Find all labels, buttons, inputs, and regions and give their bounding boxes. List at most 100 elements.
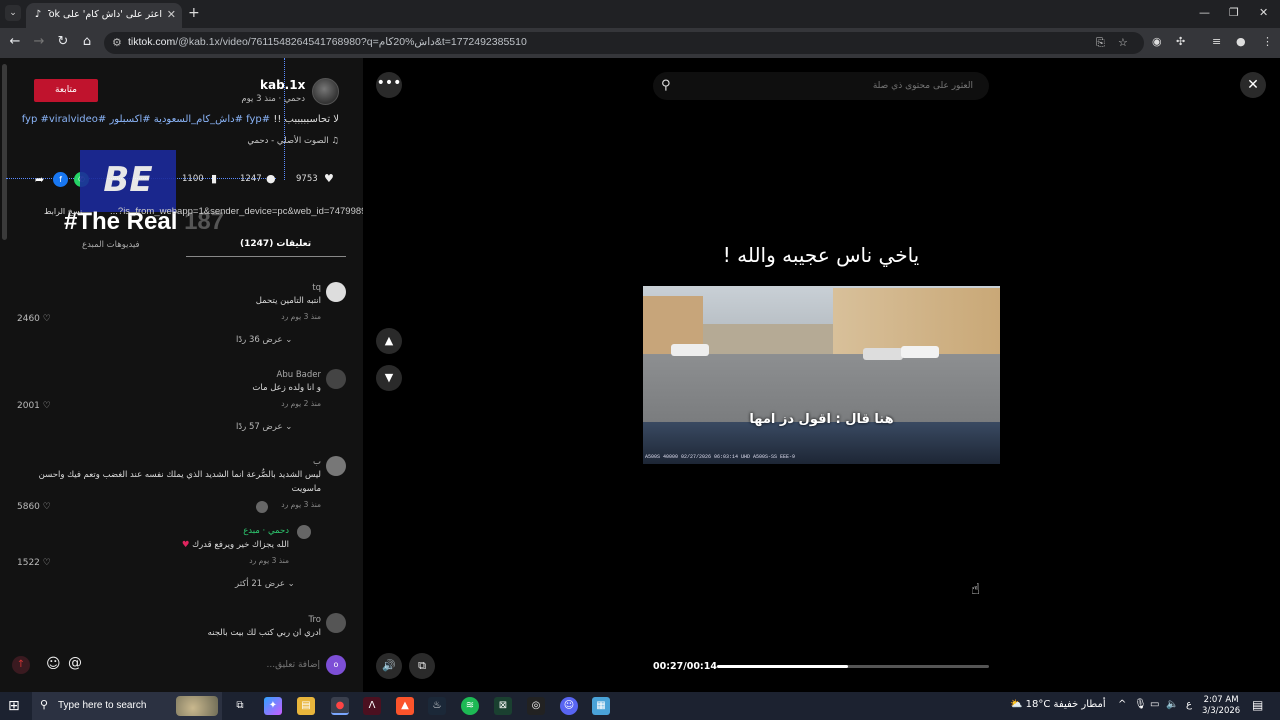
brave-icon[interactable]: ▲ bbox=[396, 697, 414, 715]
copy-link-button[interactable]: نسخ الرابط bbox=[44, 207, 82, 216]
tab-comments[interactable]: تعليقات (1247) bbox=[240, 239, 311, 249]
tab-creator-videos[interactable]: فيديوهات المبدع bbox=[82, 240, 140, 250]
xbox-icon[interactable]: ⊠ bbox=[494, 697, 512, 715]
copilot-icon[interactable]: ✦ bbox=[264, 697, 282, 715]
bookmark-star-icon[interactable]: ☆ bbox=[1118, 36, 1128, 49]
volume-button[interactable]: 🔊 bbox=[376, 653, 402, 679]
comment-meta[interactable]: منذ 3 يوم رد bbox=[281, 500, 321, 509]
search-highlight-image[interactable] bbox=[176, 696, 218, 716]
comment-meta[interactable]: منذ 3 يوم رد bbox=[281, 312, 321, 321]
tab-search-button[interactable]: ⌄ bbox=[5, 5, 21, 21]
app-a-icon[interactable]: Λ bbox=[363, 697, 381, 715]
new-tab-button[interactable]: + bbox=[188, 5, 200, 21]
tray-chevron-icon[interactable]: ^ bbox=[1118, 699, 1126, 710]
obs-icon[interactable]: ◎ bbox=[527, 697, 545, 715]
volume-tray-icon[interactable]: 🔈 bbox=[1166, 699, 1178, 710]
commenter-name[interactable]: Abu Bader bbox=[277, 370, 321, 380]
picture-in-picture-button[interactable]: ⧉ bbox=[409, 653, 435, 679]
reply-author-name[interactable]: دحمي · مبدع bbox=[243, 526, 289, 536]
previous-video-button[interactable]: ▲ bbox=[376, 328, 402, 354]
commenter-name[interactable]: ب bbox=[313, 457, 321, 467]
commenter-name[interactable]: Tro bbox=[309, 615, 321, 625]
forward-button[interactable]: → bbox=[30, 34, 48, 49]
author-avatar[interactable] bbox=[312, 78, 339, 105]
emoji-icon[interactable]: ☺ bbox=[46, 656, 61, 672]
view-replies-link[interactable]: ⌄ عرض 36 ردًا bbox=[236, 335, 292, 345]
author-username[interactable]: kab.1x bbox=[260, 78, 305, 92]
profile-extension-icon[interactable]: ◉ bbox=[1152, 35, 1162, 48]
next-video-button[interactable]: ▼ bbox=[376, 365, 402, 391]
more-options-button[interactable]: ••• bbox=[376, 72, 402, 98]
comment-icon[interactable]: ● bbox=[266, 172, 276, 185]
home-button[interactable]: ⌂ bbox=[78, 34, 96, 49]
maximize-button[interactable]: ❐ bbox=[1229, 6, 1239, 19]
bookmark-icon[interactable]: ▮ bbox=[211, 172, 217, 185]
extensions-icon[interactable]: ✣ bbox=[1176, 35, 1185, 48]
panel-scrollbar[interactable] bbox=[2, 64, 7, 240]
related-search-box[interactable]: ⚲ bbox=[653, 72, 989, 100]
commenter-avatar[interactable] bbox=[326, 282, 346, 302]
commenter-avatar[interactable] bbox=[326, 369, 346, 389]
back-button[interactable]: ← bbox=[6, 34, 24, 49]
comment-like-count[interactable]: 2460 ♡ bbox=[17, 314, 51, 324]
reply-like-count[interactable]: 1522 ♡ bbox=[17, 558, 51, 568]
progress-bar[interactable] bbox=[717, 665, 989, 668]
view-replies-link[interactable]: ⌄ عرض 57 ردًا bbox=[236, 422, 292, 432]
system-clock[interactable]: 2:07 AM 3/3/2026 bbox=[1202, 695, 1240, 717]
reload-button[interactable]: ↻ bbox=[54, 34, 72, 49]
like-heart-icon[interactable]: ♥ bbox=[324, 172, 334, 185]
commenter-avatar[interactable] bbox=[326, 613, 346, 633]
microphone-icon[interactable]: 🎙 bbox=[1134, 699, 1147, 710]
comment-like-count[interactable]: 5860 ♡ bbox=[17, 502, 51, 512]
related-search-input[interactable] bbox=[683, 76, 973, 96]
browser-menu-icon[interactable]: ⋮ bbox=[1262, 35, 1273, 48]
tab-close-icon[interactable]: ✕ bbox=[167, 8, 176, 21]
file-explorer-icon[interactable]: ▤ bbox=[297, 697, 315, 715]
commenter-name[interactable]: tq bbox=[312, 283, 321, 293]
facebook-share-icon[interactable]: f bbox=[53, 172, 68, 187]
comment-meta[interactable]: منذ 2 يوم رد bbox=[281, 399, 321, 408]
copy-link-url[interactable]: ...?is_from_webapp=1&sender_device=pc&we… bbox=[110, 206, 363, 217]
follow-button[interactable]: متابعة bbox=[34, 79, 98, 102]
notepad-icon[interactable]: ▦ bbox=[592, 697, 610, 715]
close-player-button[interactable]: ✕ bbox=[1240, 72, 1266, 98]
task-view-icon[interactable]: ⧉ bbox=[231, 697, 249, 715]
view-more-replies-link[interactable]: ⌄ عرض 21 أكثر bbox=[235, 579, 295, 589]
comment-like-count[interactable]: 2001 ♡ bbox=[17, 401, 51, 411]
mention-icon[interactable]: @ bbox=[68, 655, 82, 671]
language-indicator[interactable]: ع bbox=[1186, 699, 1192, 710]
browser-tab[interactable]: ♪ اعثر على 'داش كام' على TikTok ✕ bbox=[26, 3, 182, 28]
share-arrow-icon[interactable]: ➦ bbox=[32, 172, 47, 187]
close-window-button[interactable]: ✕ bbox=[1259, 6, 1268, 19]
profile-avatar-icon[interactable]: ● bbox=[1236, 35, 1246, 48]
network-icon[interactable]: ▭ bbox=[1150, 699, 1159, 710]
media-control-icon[interactable]: ≡ bbox=[1212, 35, 1221, 48]
weather-widget[interactable]: ⛅ 18°C أمطار خفيفة bbox=[1010, 699, 1106, 710]
video-frame[interactable]: هنا قال : اقول دز امها A500S 40000 02/27… bbox=[643, 286, 1000, 464]
site-info-icon[interactable]: ⚙ bbox=[112, 36, 122, 49]
sound-label[interactable]: ♫ الصوت الأصلي - دحمي bbox=[247, 136, 339, 146]
current-user-avatar[interactable]: o bbox=[326, 655, 346, 675]
minimize-button[interactable]: — bbox=[1199, 6, 1210, 19]
commenter-avatar[interactable] bbox=[326, 456, 346, 476]
spotify-icon[interactable]: ≋ bbox=[461, 697, 479, 715]
reply-avatar[interactable] bbox=[297, 525, 311, 539]
steam-icon[interactable]: ♨ bbox=[428, 697, 446, 715]
reply-meta[interactable]: منذ 3 يوم رد bbox=[249, 556, 289, 565]
notification-icon[interactable]: ▤ bbox=[1252, 698, 1263, 712]
comment-text: و انا ولده زعل مات bbox=[252, 383, 321, 393]
video-subtitle: هنا قال : اقول دز امها bbox=[749, 412, 894, 427]
post-details-panel: متابعة kab.1x دحمي · منذ 3 يوم لا تحاسبب… bbox=[0, 58, 363, 692]
post-comment-button[interactable]: ↑ bbox=[12, 656, 30, 674]
caption-hashtags[interactable]: #fyp #داش_كام_السعودية #اكسبلور #fyp #vi… bbox=[22, 114, 270, 125]
chrome-icon[interactable]: ● bbox=[331, 697, 349, 715]
hand-cursor-icon: ☝ bbox=[971, 580, 981, 598]
windows-start-icon[interactable]: ⊞ bbox=[8, 698, 20, 714]
address-bar[interactable]: ⚙ tiktok.com/@kab.1x/video/7611548264541… bbox=[104, 32, 1144, 54]
search-icon: ⚲ bbox=[40, 698, 49, 711]
discord-icon[interactable]: ☺ bbox=[560, 697, 578, 715]
video-car bbox=[863, 348, 903, 360]
reply-text-body: الله يجزاك خير ويرفع قدرك bbox=[192, 540, 289, 550]
install-app-icon[interactable]: ⎘ bbox=[1096, 36, 1105, 50]
comment-input[interactable] bbox=[94, 656, 320, 674]
